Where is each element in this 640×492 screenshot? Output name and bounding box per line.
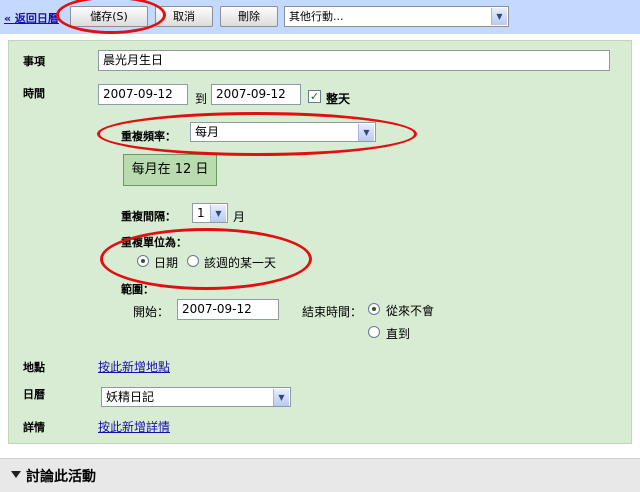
delete-button[interactable]: 刪除 [220,6,278,27]
discussion-section[interactable]: 討論此活動 [0,458,640,492]
range-label: 範圍： [121,283,154,296]
range-start-label: 開始： [133,305,170,319]
collapse-triangle-icon[interactable] [11,471,21,478]
never-end-label: 從來不會 [386,304,435,318]
calendar-select[interactable]: 妖精日記 ▼ [101,387,291,407]
interval-value: 1 [197,206,205,220]
details-label: 詳情 [23,421,45,434]
chevron-down-icon[interactable]: ▼ [273,389,289,406]
end-date-input[interactable]: 2007-09-12 [211,84,301,105]
title-input[interactable]: 晨光月生日 [98,50,610,71]
more-actions-value: 其他行動... [289,10,344,23]
save-button[interactable]: 儲存(S) [70,6,148,27]
all-day-label: 整天 [326,92,351,106]
never-end-radio[interactable] [368,303,380,315]
start-date-input[interactable]: 2007-09-12 [98,84,188,105]
repeat-by-date-label: 日期 [154,256,179,270]
all-day-checkbox[interactable]: ✓ [308,90,321,103]
end-until-radio[interactable] [368,326,380,338]
repeat-frequency-value: 每月 [195,125,220,139]
interval-select[interactable]: 1 ▼ [192,203,228,223]
time-label: 時間 [23,87,45,100]
to-label: 到 [195,92,208,106]
chevron-down-icon[interactable]: ▼ [358,124,374,141]
event-details-panel: 事項 晨光月生日 時間 2007-09-12 到 2007-09-12 ✓ 整天… [8,40,632,444]
range-start-input[interactable]: 2007-09-12 [177,299,279,320]
repeat-by-weekday-label: 該週的某一天 [204,256,277,270]
interval-unit: 月 [233,210,246,224]
event-toolbar: « 返回日曆 儲存(S) 取消 刪除 其他行動... ▼ [0,0,640,34]
discussion-title: 討論此活動 [26,469,96,485]
interval-label: 重複間隔： [121,210,176,223]
repeat-label: 重複頻率： [121,130,176,143]
repeat-by-date-radio[interactable] [137,255,149,267]
repeat-summary: 每月在 12 日 [123,154,217,186]
title-label: 事項 [23,55,45,68]
end-until-label: 直到 [386,327,411,341]
calendar-label: 日曆 [23,388,45,401]
repeat-by-label: 重複單位為： [121,236,187,249]
calendar-value: 妖精日記 [106,390,155,404]
repeat-by-weekday-radio[interactable] [187,255,199,267]
chevron-down-icon[interactable]: ▼ [210,205,226,222]
more-actions-select[interactable]: 其他行動... ▼ [284,6,509,27]
back-to-calendar-link[interactable]: « 返回日曆 [4,10,59,26]
where-label: 地點 [23,361,45,374]
add-details-link[interactable]: 按此新增詳情 [98,418,170,435]
add-location-link[interactable]: 按此新增地點 [98,358,170,375]
range-end-label: 結束時間： [302,305,363,319]
repeat-frequency-select[interactable]: 每月 ▼ [190,122,376,142]
chevron-down-icon[interactable]: ▼ [491,8,507,25]
cancel-button[interactable]: 取消 [155,6,213,27]
